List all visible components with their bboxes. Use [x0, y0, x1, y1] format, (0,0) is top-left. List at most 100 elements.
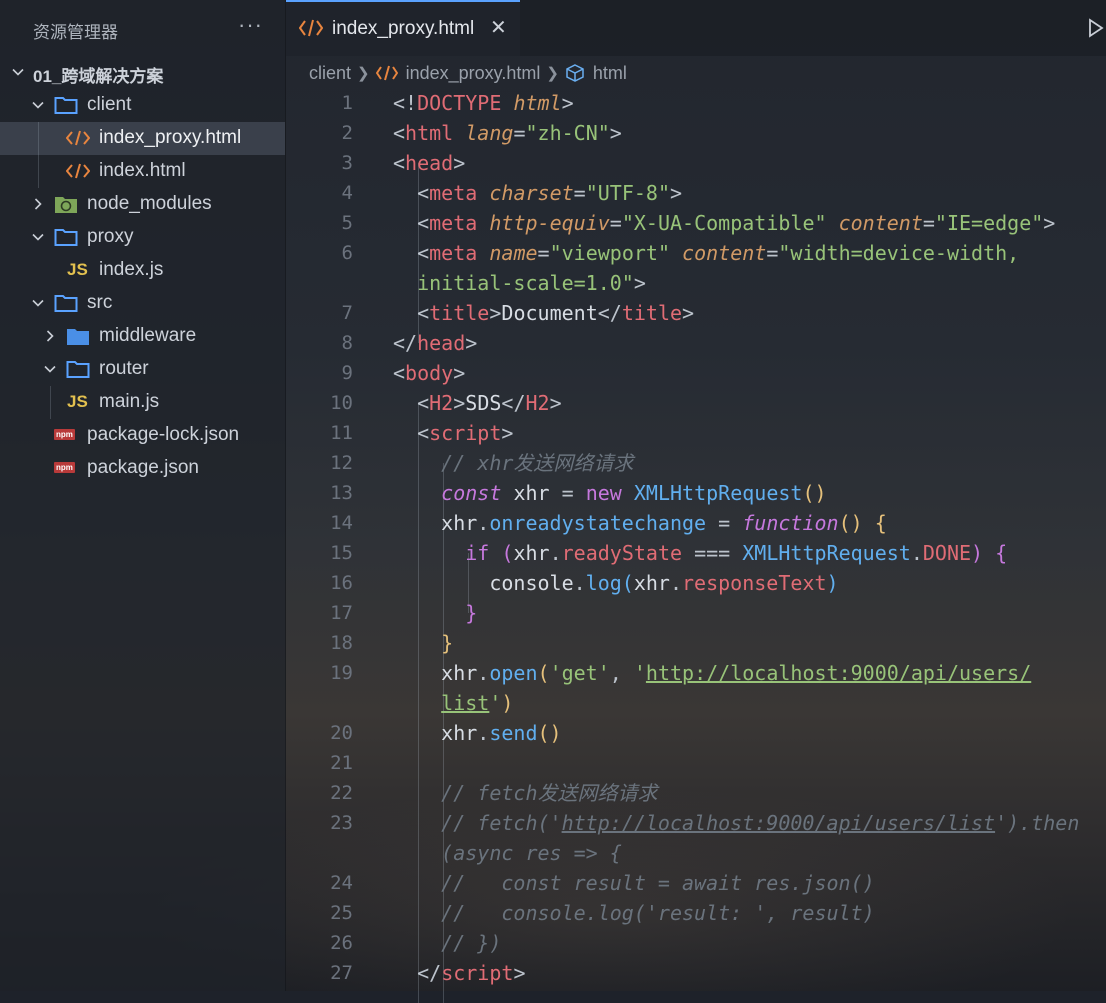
breadcrumb-symbol[interactable]: html	[593, 63, 627, 84]
code-editor[interactable]: 1 <!DOCTYPE html> 2 <html lang="zh-CN"> 3 <…	[286, 88, 1106, 1003]
tree-item-src[interactable]: src	[0, 287, 285, 320]
chevron-right-icon	[43, 329, 57, 343]
breadcrumb-separator: ❯	[546, 65, 559, 82]
line-number: 10	[330, 392, 353, 414]
run-icon[interactable]	[1088, 18, 1104, 42]
js-file-icon: JS	[67, 392, 88, 411]
code-line: 6 <meta name="viewport" content="width=d…	[286, 238, 1106, 268]
breadcrumb-folder[interactable]: client	[309, 63, 351, 84]
line-number: 15	[330, 542, 353, 564]
code-text: <meta name="viewport" content="width=dev…	[417, 241, 1020, 265]
code-text: xhr.open('get', 'http://localhost:9000/a…	[441, 661, 1032, 685]
tree-item-index-proxy-html[interactable]: index_proxy.html	[0, 122, 285, 155]
code-text: // xhr发送网络请求	[441, 451, 634, 475]
tree-item-label: index.html	[99, 160, 186, 181]
line-number: 25	[330, 902, 353, 924]
line-number: 26	[330, 932, 353, 954]
folder-open-icon	[54, 95, 78, 115]
tree-item-label: index.js	[99, 259, 164, 280]
tree-item-label: node_modules	[87, 193, 212, 214]
code-text: <html lang="zh-CN">	[393, 121, 622, 145]
code-line: 1 <!DOCTYPE html>	[286, 88, 1106, 118]
tree-item-router[interactable]: router	[0, 353, 285, 386]
tree-item-proxy[interactable]: proxy	[0, 221, 285, 254]
tree-indent-guide	[50, 386, 51, 419]
code-line: 2 <html lang="zh-CN">	[286, 118, 1106, 148]
code-text: <head>	[393, 151, 466, 175]
tree-item-index-html[interactable]: index.html	[0, 155, 285, 188]
line-number: 17	[330, 602, 353, 624]
root-folder-label: 01_跨域解决方案	[33, 67, 164, 86]
more-actions-icon[interactable]: ···	[238, 12, 263, 38]
code-text: <meta http-equiv="X-UA-Compatible" conte…	[417, 211, 1056, 235]
code-line: 11 <script>	[286, 418, 1106, 448]
code-text: <!DOCTYPE html>	[393, 91, 574, 115]
code-line: 26 // })	[286, 928, 1106, 958]
line-number: 23	[330, 812, 353, 834]
tree-item-node-modules[interactable]: node_modules	[0, 188, 285, 221]
cube-icon	[565, 63, 585, 83]
line-number: 13	[330, 482, 353, 504]
breadcrumb-file[interactable]: index_proxy.html	[406, 63, 541, 84]
code-text: <title>Document</title>	[417, 301, 695, 325]
code-line: 19 xhr.open('get', 'http://localhost:900…	[286, 658, 1106, 688]
tree-item-package-json[interactable]: npm package.json	[0, 452, 285, 485]
code-text: initial-scale=1.0">	[417, 271, 646, 295]
code-text: // fetch('http://localhost:9000/api/user…	[441, 811, 1080, 835]
code-line: 23 // fetch('http://localhost:9000/api/u…	[286, 808, 1106, 838]
code-text: <meta charset="UTF-8">	[417, 181, 683, 205]
tree-item-label: client	[87, 94, 132, 115]
line-number: 8	[341, 332, 353, 354]
folder-open-icon	[66, 359, 90, 379]
chevron-down-icon	[11, 65, 25, 79]
tab-index-proxy-html[interactable]: index_proxy.html ✕	[286, 0, 520, 56]
folder-open-icon	[54, 227, 78, 247]
explorer-header: 资源管理器 ···	[0, 0, 285, 56]
explorer-sidebar: 资源管理器 ··· 01_跨域解决方案 client index_proxy.h…	[0, 0, 286, 991]
tree-item-index-js[interactable]: JS index.js	[0, 254, 285, 287]
chevron-down-icon	[31, 230, 45, 244]
code-text: // console.log('result: ', result)	[441, 901, 875, 925]
node-folder-icon	[54, 194, 78, 214]
editor-tab-bar: index_proxy.html ✕	[286, 0, 1106, 56]
html-file-icon	[375, 65, 398, 81]
code-line: 13 const xhr = new XMLHttpRequest()	[286, 478, 1106, 508]
code-line: (async res => {	[286, 838, 1106, 868]
code-text: xhr.send()	[441, 721, 562, 745]
tree-item-main-js[interactable]: JS main.js	[0, 386, 285, 419]
tree-item-middleware[interactable]: middleware	[0, 320, 285, 353]
code-line: 21	[286, 748, 1106, 778]
code-text: // const result = await res.json()	[441, 871, 875, 895]
code-line: list')	[286, 688, 1106, 718]
tree-item-package-lock-json[interactable]: npm package-lock.json	[0, 419, 285, 452]
code-line: 9 <body>	[286, 358, 1106, 388]
code-text: // fetch发送网络请求	[441, 781, 658, 805]
code-line: 17 }	[286, 598, 1106, 628]
code-line: 20 xhr.send()	[286, 718, 1106, 748]
code-text: <script>	[417, 421, 514, 445]
npm-icon: npm	[54, 429, 75, 440]
tree-item-client[interactable]: client	[0, 89, 285, 122]
line-number: 3	[341, 152, 353, 174]
tree-root-folder[interactable]: 01_跨域解决方案	[0, 56, 285, 89]
code-text: <H2>SDS</H2>	[417, 391, 562, 415]
code-line: 14 xhr.onreadystatechange = function() {	[286, 508, 1106, 538]
tree-item-label: package.json	[87, 457, 199, 478]
code-text: if (xhr.readyState === XMLHttpRequest.DO…	[465, 541, 1008, 565]
tree-item-label: router	[99, 358, 149, 379]
line-number: 18	[330, 632, 353, 654]
code-line: 24 // const result = await res.json()	[286, 868, 1106, 898]
line-number: 9	[341, 362, 353, 384]
tree-item-label: main.js	[99, 391, 160, 412]
code-line: 15 if (xhr.readyState === XMLHttpRequest…	[286, 538, 1106, 568]
code-text: // })	[441, 931, 502, 955]
tree-item-label: package-lock.json	[87, 424, 240, 445]
close-icon[interactable]: ✕	[490, 15, 507, 39]
code-line: 18 }	[286, 628, 1106, 658]
tree-item-label: proxy	[87, 226, 134, 247]
code-line: 12 // xhr发送网络请求	[286, 448, 1106, 478]
line-number: 6	[341, 242, 353, 264]
code-line: 25 // console.log('result: ', result)	[286, 898, 1106, 928]
chevron-down-icon	[31, 296, 45, 310]
js-file-icon: JS	[67, 260, 88, 279]
